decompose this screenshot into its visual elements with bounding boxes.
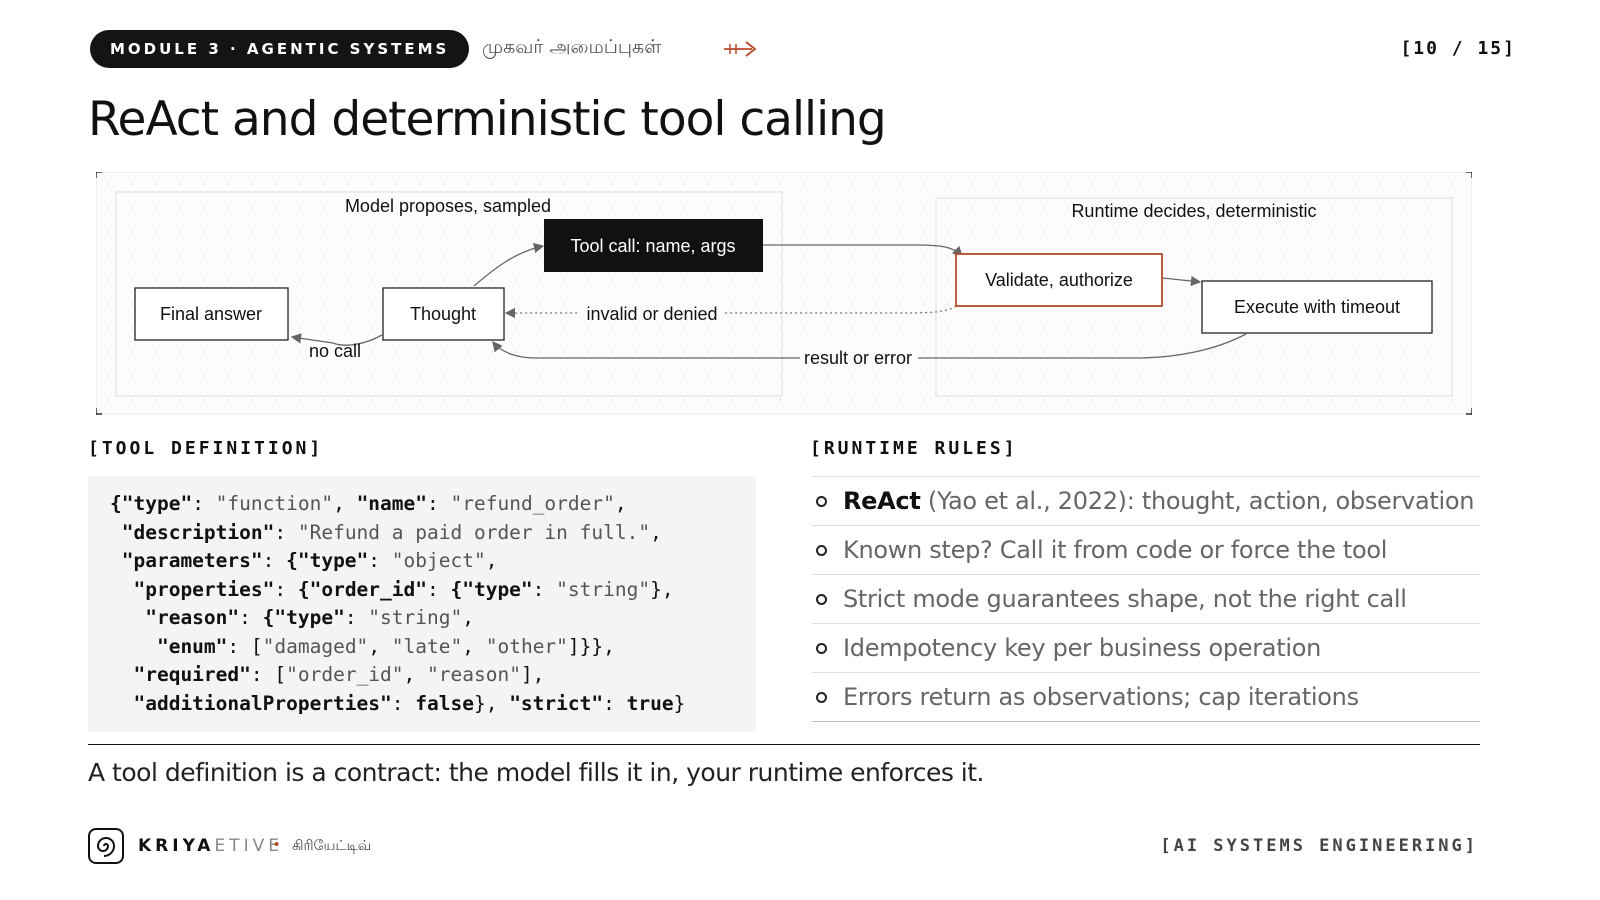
brand-name: KRIYAETIVE xyxy=(138,836,283,856)
wave-arrow-icon xyxy=(724,41,757,57)
edge-label-no-call: no call xyxy=(309,341,361,361)
list-item: Strict mode guarantees shape, not the ri… xyxy=(812,575,1480,624)
node-validate-label: Validate, authorize xyxy=(985,270,1133,290)
bullet-icon xyxy=(816,544,827,556)
footer-tag: [AI SYSTEMS ENGINEERING] xyxy=(1160,836,1478,856)
tool-definition-code: {"type": "function", "name": "refund_ord… xyxy=(88,476,756,732)
group-runtime-label: Runtime decides, deterministic xyxy=(1071,201,1316,221)
bullet-icon xyxy=(816,691,827,703)
tool-calling-diagram: Model proposes, sampled Runtime decides,… xyxy=(96,172,1472,415)
brand-dot: • xyxy=(274,836,280,853)
list-item: Errors return as observations; cap itera… xyxy=(812,673,1480,722)
code-line: "reason": {"type": "string", xyxy=(110,606,474,629)
edge-label-result: result or error xyxy=(804,348,912,368)
tool-definition-heading: [TOOL DEFINITION] xyxy=(88,438,324,459)
page-title: ReAct and deterministic tool calling xyxy=(88,92,887,147)
node-thought-label: Thought xyxy=(410,304,476,324)
page-counter: [10 / 15] xyxy=(1400,38,1516,59)
bullet-icon xyxy=(816,593,827,605)
code-line: "parameters": {"type": "object", xyxy=(110,549,498,572)
edge-label-invalid: invalid or denied xyxy=(586,304,717,324)
spiral-logo-icon xyxy=(88,828,124,864)
code-line: "properties": {"order_id": {"type": "str… xyxy=(110,577,674,601)
code-line: "description": "Refund a paid order in f… xyxy=(110,520,662,544)
node-final-answer-label: Final answer xyxy=(160,304,262,324)
rule-text: Known step? Call it from code or force t… xyxy=(843,536,1388,564)
rule-text: ReAct (Yao et al., 2022): thought, actio… xyxy=(843,487,1475,515)
runtime-rules-list: ReAct (Yao et al., 2022): thought, actio… xyxy=(812,476,1480,722)
rule-text: Strict mode guarantees shape, not the ri… xyxy=(843,585,1407,613)
rule-text: Idempotency key per business operation xyxy=(843,634,1321,662)
node-execute-label: Execute with timeout xyxy=(1234,297,1400,317)
bullet-icon xyxy=(816,495,827,507)
code-line: "additionalProperties": false}, "strict"… xyxy=(110,691,686,715)
caption: A tool definition is a contract: the mod… xyxy=(88,758,985,787)
divider xyxy=(88,744,1480,745)
code-line: {"type": "function", "name": "refund_ord… xyxy=(110,492,627,515)
group-model-label: Model proposes, sampled xyxy=(345,196,551,216)
brand-tamil: கிரியேட்டிவ் xyxy=(292,838,372,854)
code-line: "enum": ["damaged", "late", "other"]}}, xyxy=(110,634,615,658)
slide-header: MODULE 3 · AGENTIC SYSTEMS முகவர் அமைப்ப… xyxy=(90,30,1516,68)
module-tamil-label: முகவர் அமைப்புகள் xyxy=(482,36,662,58)
rule-text: Errors return as observations; cap itera… xyxy=(843,683,1359,711)
node-tool-call-label: Tool call: name, args xyxy=(570,236,735,256)
list-item: Idempotency key per business operation xyxy=(812,624,1480,673)
runtime-rules-heading: [RUNTIME RULES] xyxy=(810,438,1018,459)
list-item: ReAct (Yao et al., 2022): thought, actio… xyxy=(812,477,1480,526)
module-badge: MODULE 3 · AGENTIC SYSTEMS xyxy=(90,30,470,68)
list-item: Known step? Call it from code or force t… xyxy=(812,526,1480,575)
code-line: "required": ["order_id", "reason"], xyxy=(110,663,545,686)
module-label: MODULE 3 · AGENTIC SYSTEMS xyxy=(110,40,450,58)
bullet-icon xyxy=(816,642,827,654)
